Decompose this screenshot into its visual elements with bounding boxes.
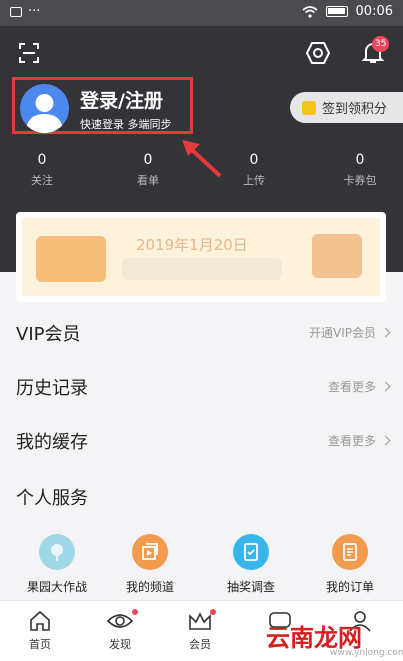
tab-home[interactable]: 首页 [10,609,70,652]
stat-value: 0 [249,152,259,168]
stat-value: 0 [37,152,47,168]
eye-icon [106,614,134,628]
channel-icon [132,534,168,570]
status-time: 00:06 [355,4,393,19]
avatar[interactable] [20,84,69,133]
orchard-icon [39,534,75,570]
stat-coupons[interactable]: 0 卡券包 [320,152,400,188]
settings-button[interactable] [304,39,332,67]
service-label: 我的频道 [125,580,174,594]
service-survey[interactable]: 抽奖调查 [206,534,296,595]
tab-member[interactable]: 会员 [170,609,230,652]
stat-label: 卡券包 [343,174,377,187]
menu-title: 我的缓存 [16,432,88,453]
menu-history[interactable]: 历史记录 查看更多 [0,364,403,408]
tab-label: 发现 [109,638,131,651]
stat-label: 看单 [137,174,159,187]
gear-icon [306,42,330,64]
chevron-right-icon [380,435,391,446]
tab-label: 会员 [189,638,211,651]
checkin-button[interactable]: 签到领积分 [290,92,403,123]
tab-label: 首页 [29,638,51,651]
menu-title: VIP会员 [16,324,81,345]
battery-icon [325,6,348,17]
order-icon [332,534,368,570]
new-dot [210,609,216,615]
gallery-icon [10,6,22,17]
watermark-url: www.ynlong.com [330,648,403,658]
banner-text: 2019年1月20日 [136,236,248,254]
stat-value: 0 [355,152,365,168]
banner-blur-left [36,236,106,282]
scan-icon [19,43,39,63]
service-orders[interactable]: 我的订单 [305,534,395,595]
menu-action: 查看更多 [327,434,376,448]
chevron-right-icon [380,381,391,392]
menu-action: 开通VIP会员 [309,326,376,340]
stat-upload[interactable]: 0 上传 [214,152,294,188]
status-dots: ··· [28,4,41,19]
status-bar: ··· 00:06 [0,0,403,26]
stat-playlist[interactable]: 0 看单 [108,152,188,188]
chevron-right-icon [380,327,391,338]
menu-personal-services: 个人服务 [0,474,403,518]
menu-title: 历史记录 [16,378,88,399]
menu-title: 个人服务 [16,488,88,509]
service-label: 抽奖调查 [226,580,275,594]
menu-action: 查看更多 [327,380,376,394]
stat-follow[interactable]: 0 关注 [2,152,82,188]
banner-blur-right [312,234,362,278]
home-icon [30,610,50,631]
coin-icon [302,100,316,115]
login-subtitle: 快速登录 多端同步 [80,118,172,131]
stat-label: 关注 [31,174,53,187]
new-dot [132,609,138,615]
wifi-icon [302,5,318,18]
scan-button[interactable] [16,40,42,66]
menu-cache[interactable]: 我的缓存 查看更多 [0,418,403,462]
survey-icon [233,534,269,570]
menu-vip[interactable]: VIP会员 开通VIP会员 [0,310,403,354]
stat-value: 0 [143,152,153,168]
stat-label: 上传 [243,174,265,187]
checkin-label: 签到领积分 [322,102,388,117]
service-label: 果园大作战 [26,580,87,594]
service-label: 我的订单 [325,580,374,594]
promo-banner[interactable]: 2019年1月20日 [16,212,386,302]
tab-discover[interactable]: 发现 [90,609,150,652]
service-channel[interactable]: 我的频道 [105,534,195,595]
login-register-link[interactable]: 登录/注册 [80,86,163,113]
stats-row: 0 关注 0 看单 0 上传 0 卡券包 [0,152,403,192]
service-orchard[interactable]: 果园大作战 [12,534,102,595]
user-avatar-icon [26,94,63,133]
banner-blur-mid [122,258,282,280]
